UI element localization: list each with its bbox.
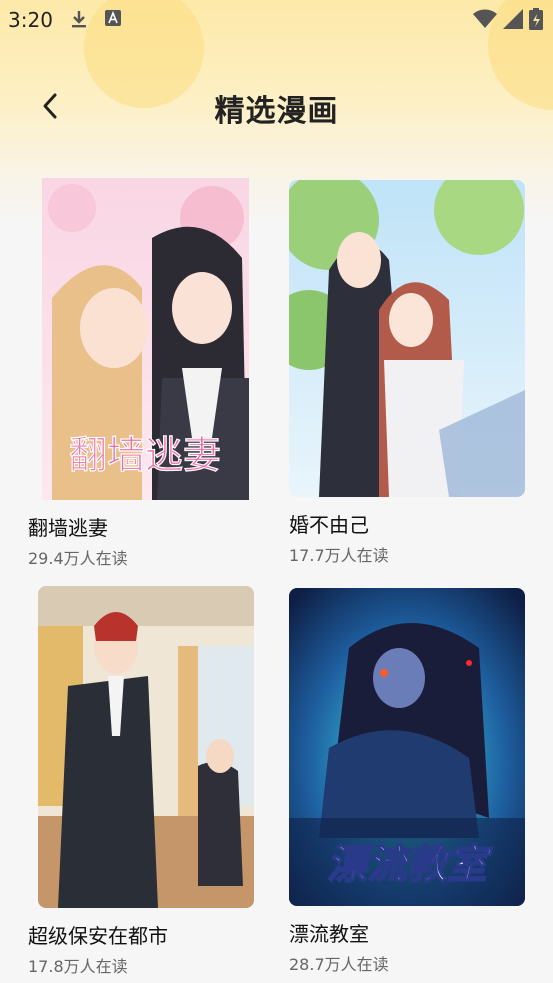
comic-readers: 17.7万人在读	[289, 546, 389, 565]
cover-title-art: 漂流教室	[327, 841, 493, 888]
comic-title: 婚不由己	[289, 513, 369, 537]
comic-title: 翻墙逃妻	[28, 516, 108, 540]
comic-title: 超级保安在都市	[28, 924, 168, 948]
comic-card[interactable]: 超级保安在都市 17.8万人在读	[28, 586, 268, 977]
comic-readers: 29.4万人在读	[28, 549, 128, 568]
font-a-icon	[104, 9, 122, 31]
signal-icon	[503, 9, 523, 33]
wifi-icon	[473, 9, 497, 33]
status-time: 3:20	[8, 8, 53, 32]
comic-cover[interactable]	[38, 586, 254, 908]
cover-title-art: 翻墙逃妻	[69, 433, 221, 477]
comic-cover[interactable]	[289, 180, 525, 497]
comic-cover[interactable]: 漂流教室	[289, 588, 525, 906]
comic-readers: 17.8万人在读	[28, 957, 128, 976]
comic-card[interactable]: 漂流教室 漂流教室 28.7万人在读	[289, 588, 529, 975]
header: 精选漫画	[0, 80, 553, 136]
comic-card[interactable]: 婚不由己 17.7万人在读	[289, 180, 529, 566]
comic-title: 漂流教室	[289, 922, 369, 946]
battery-icon	[529, 8, 543, 34]
page-title: 精选漫画	[214, 94, 339, 129]
comic-cover[interactable]: 翻墙逃妻	[42, 178, 249, 500]
download-icon	[70, 9, 88, 33]
comic-readers: 28.7万人在读	[289, 955, 389, 974]
comic-card[interactable]: 翻墙逃妻 翻墙逃妻 29.4万人在读	[28, 178, 268, 569]
status-bar: 3:20	[0, 0, 553, 38]
